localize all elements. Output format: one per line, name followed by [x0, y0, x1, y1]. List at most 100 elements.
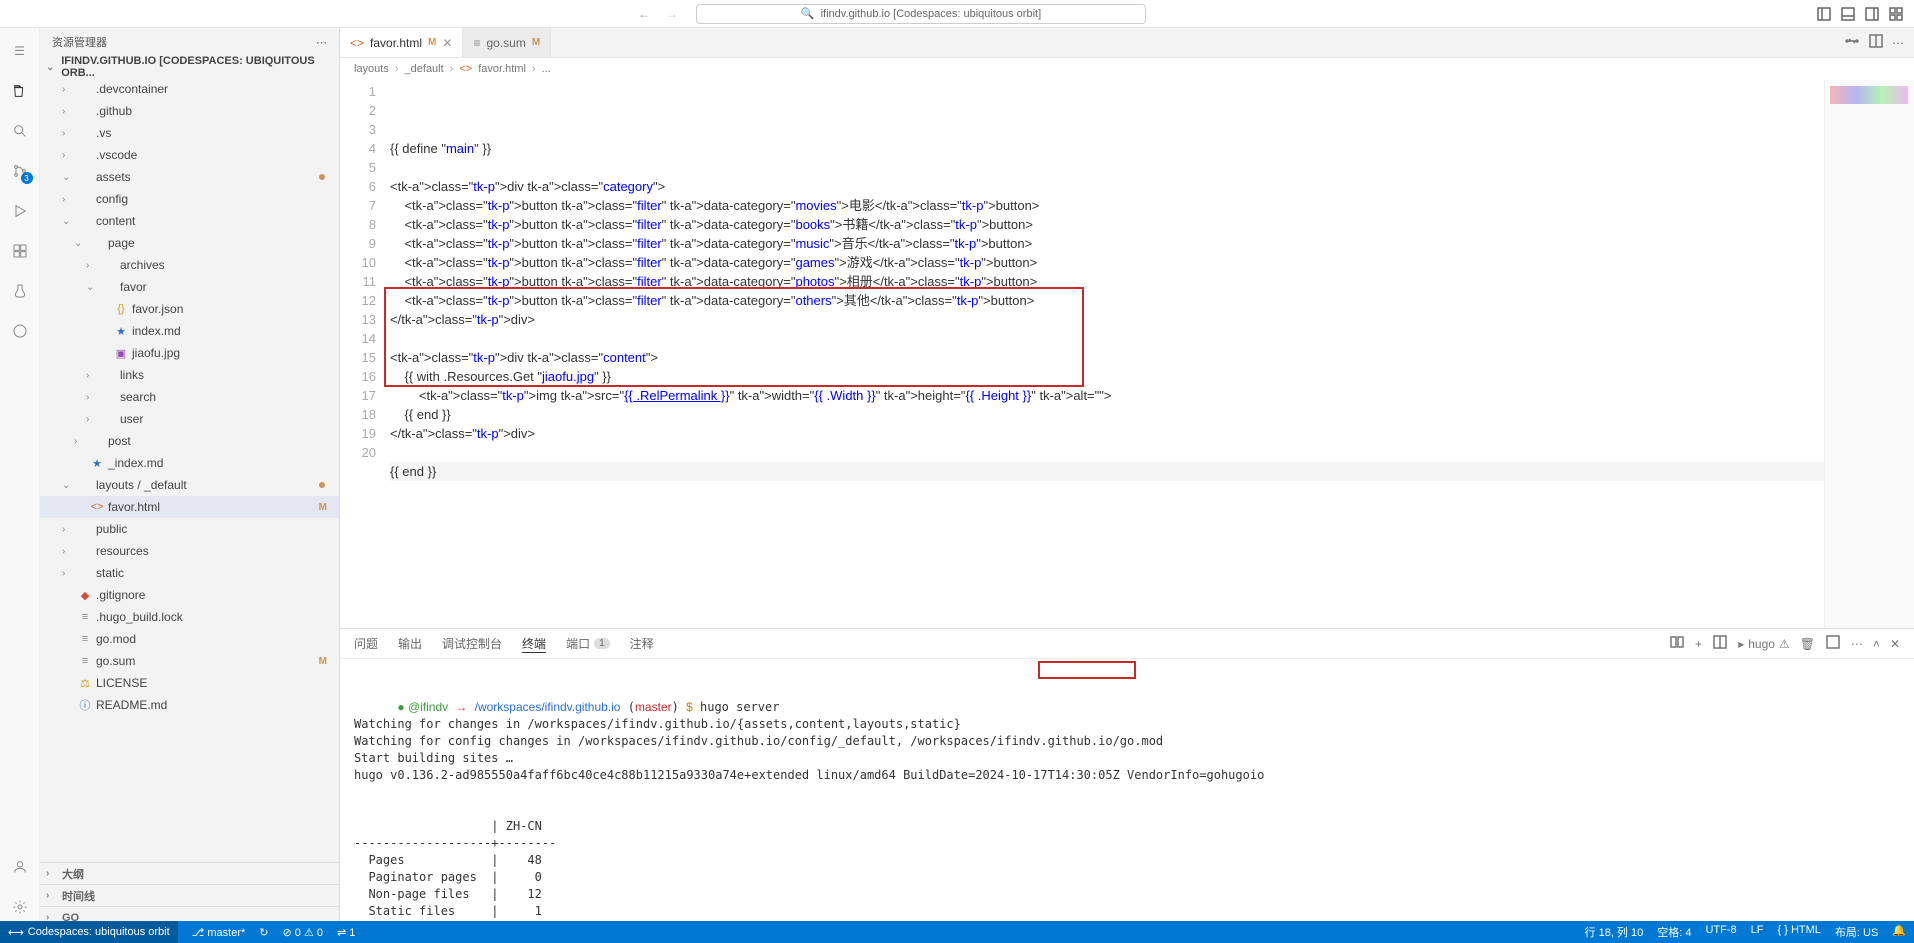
close-tab-icon[interactable]: ✕ [442, 36, 452, 50]
search-icon: 🔍 [801, 7, 815, 20]
tree-item[interactable]: ★_index.md [40, 452, 339, 474]
tab-problems[interactable]: 问题 [354, 635, 378, 652]
debug-icon[interactable] [9, 200, 31, 222]
terminal-new-icon[interactable]: + [1695, 637, 1702, 651]
status-indent[interactable]: 空格: 4 [1657, 924, 1691, 940]
layout-customize-icon[interactable] [1886, 4, 1906, 24]
folder-section-header[interactable]: ⌄ IFINDV.GITHUB.IO [CODESPACES: UBIQUITO… [40, 56, 339, 78]
tree-item[interactable]: ›user [40, 408, 339, 430]
tree-item[interactable]: ⚖LICENSE [40, 672, 339, 694]
more-actions-icon[interactable]: ⋯ [1892, 36, 1904, 50]
file-type-icon [102, 258, 116, 272]
tree-item-label: layouts / _default [96, 478, 187, 492]
editor-area: <>favor.htmlM✕≡go.sumM ⋯ layouts› _defau… [340, 28, 1914, 928]
kill-terminal-icon[interactable] [1825, 634, 1841, 653]
settings-gear-icon[interactable] [9, 896, 31, 918]
terminal-profile-hugo[interactable]: ▸ hugo ⚠ [1738, 637, 1790, 651]
testing-icon[interactable] [9, 280, 31, 302]
nav-back-icon[interactable]: ← [638, 7, 650, 21]
status-branch[interactable]: ⎇ master* [192, 926, 246, 939]
tab-comments[interactable]: 注释 [630, 635, 654, 652]
editor-tab[interactable]: <>favor.htmlM✕ [340, 28, 463, 57]
nav-forward-icon[interactable]: → [666, 7, 678, 21]
tree-item[interactable]: ›public [40, 518, 339, 540]
tree-item[interactable]: ›.vs [40, 122, 339, 144]
tree-item-label: post [108, 434, 131, 448]
timeline-section[interactable]: ›时间线 [40, 884, 339, 906]
tree-item[interactable]: ›.github [40, 100, 339, 122]
tree-item[interactable]: ★index.md [40, 320, 339, 342]
layout-bottom-icon[interactable] [1838, 4, 1858, 24]
compare-changes-icon[interactable] [1844, 33, 1860, 52]
layout-left-icon[interactable] [1814, 4, 1834, 24]
scm-icon[interactable]: 3 [9, 160, 31, 182]
tree-item[interactable]: ›links [40, 364, 339, 386]
status-ports[interactable]: ⇌ 1 [337, 926, 355, 939]
tree-item[interactable]: ⓘREADME.md [40, 694, 339, 716]
outline-section[interactable]: ›大纲 [40, 862, 339, 884]
search-activity-icon[interactable] [9, 120, 31, 142]
terminal-split-icon[interactable] [1669, 634, 1685, 653]
layout-right-icon[interactable] [1862, 4, 1882, 24]
tree-item[interactable]: ›.vscode [40, 144, 339, 166]
tree-item[interactable]: ›archives [40, 254, 339, 276]
tree-item[interactable]: ◆.gitignore [40, 584, 339, 606]
tree-item[interactable]: ›resources [40, 540, 339, 562]
tab-terminal[interactable]: 终端 [522, 635, 546, 653]
tree-item[interactable]: ›config [40, 188, 339, 210]
status-notifications-icon[interactable]: 🔔 [1892, 924, 1906, 940]
more-icon[interactable]: ⋯ [316, 36, 327, 49]
status-encoding[interactable]: UTF-8 [1705, 924, 1736, 940]
terminal-content[interactable]: ● @ifindv → /workspaces/ifindv.github.io… [340, 659, 1914, 928]
tree-item[interactable]: <>favor.htmlM [40, 496, 339, 518]
status-errors[interactable]: ⊘ 0 ⚠ 0 [283, 926, 323, 939]
remote-indicator[interactable]: ⟷Codespaces: ubiquitous orbit [0, 921, 178, 943]
tab-debug-console[interactable]: 调试控制台 [442, 635, 502, 652]
code-content[interactable]: {{ define "main" }} <tk-a">class="tk-p">… [390, 80, 1824, 628]
status-sync[interactable]: ↻ [259, 926, 268, 939]
tree-item[interactable]: ›static [40, 562, 339, 584]
tree-item[interactable]: ›.devcontainer [40, 78, 339, 100]
extensions-icon[interactable] [9, 240, 31, 262]
status-language[interactable]: { } HTML [1777, 924, 1820, 940]
github-icon[interactable] [9, 320, 31, 342]
minimap[interactable] [1824, 80, 1914, 628]
tree-item[interactable]: ›post [40, 430, 339, 452]
tree-item[interactable]: ›search [40, 386, 339, 408]
status-cursor-pos[interactable]: 行 18, 列 10 [1585, 924, 1644, 940]
status-eol[interactable]: LF [1751, 924, 1764, 940]
tree-item[interactable]: {}favor.json [40, 298, 339, 320]
explorer-icon[interactable] [9, 80, 31, 102]
trash-icon[interactable]: 🗑 [1800, 637, 1815, 651]
panel-more-icon[interactable]: ⋯ [1851, 637, 1863, 651]
accounts-icon[interactable] [9, 856, 31, 878]
menu-icon[interactable]: ☰ [9, 40, 31, 62]
maximize-panel-icon[interactable]: ˄ [1873, 637, 1880, 651]
close-panel-icon[interactable]: ✕ [1890, 637, 1900, 651]
tree-item[interactable]: ▣jiaofu.jpg [40, 342, 339, 364]
breadcrumb[interactable]: layouts› _default› <> favor.html› ... [340, 58, 1914, 80]
terminal-layout-icon[interactable] [1712, 634, 1728, 653]
chevron-icon: › [62, 524, 74, 535]
split-editor-icon[interactable] [1868, 33, 1884, 52]
tree-item[interactable]: ⌄favor [40, 276, 339, 298]
tree-item[interactable]: ≡.hugo_build.lock [40, 606, 339, 628]
tree-item-label: content [96, 214, 135, 228]
code-editor[interactable]: 1234567891011121314151617181920 {{ defin… [340, 80, 1914, 628]
tree-item[interactable]: ⌄layouts / _default [40, 474, 339, 496]
tree-item[interactable]: ≡go.mod [40, 628, 339, 650]
chevron-icon: › [62, 546, 74, 557]
tab-output[interactable]: 输出 [398, 635, 422, 652]
command-center[interactable]: 🔍 ifindv.github.io [Codespaces: ubiquito… [696, 4, 1146, 24]
tree-item[interactable]: ⌄assets [40, 166, 339, 188]
modified-indicator: M [532, 37, 540, 48]
tree-item[interactable]: ≡go.sumM [40, 650, 339, 672]
bottom-panel: 问题 输出 调试控制台 终端 端口1 注释 + ▸ hugo ⚠ 🗑 ⋯ ˄ ✕ [340, 628, 1914, 928]
status-layout[interactable]: 布局: US [1835, 924, 1878, 940]
tab-ports[interactable]: 端口1 [566, 635, 610, 652]
chevron-icon: › [86, 392, 98, 403]
editor-tab[interactable]: ≡go.sumM [463, 28, 551, 57]
tree-item[interactable]: ⌄content [40, 210, 339, 232]
modified-badge: M [319, 656, 327, 667]
tree-item[interactable]: ⌄page [40, 232, 339, 254]
